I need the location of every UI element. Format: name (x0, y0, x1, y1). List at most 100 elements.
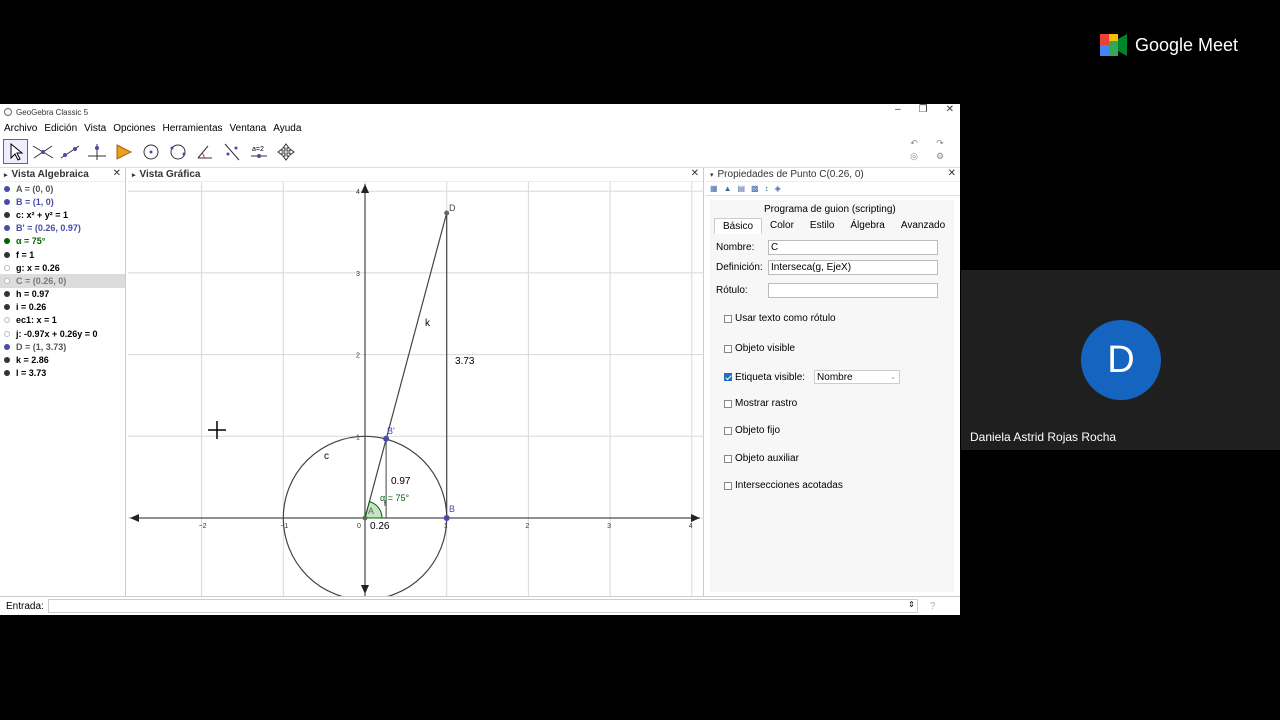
tab-basico[interactable]: Básico (714, 218, 763, 234)
check-label-visible[interactable]: Etiqueta visible: Nombre ⌄ (724, 370, 901, 384)
gear-icon[interactable]: ⚙ (928, 151, 952, 162)
visibility-toggle-icon[interactable] (4, 264, 10, 271)
angle-tool[interactable] (192, 139, 217, 164)
objects-icon[interactable]: ◈ (775, 184, 781, 193)
algebra-item[interactable]: g: x = 0.26 (0, 261, 125, 274)
checkbox-icon[interactable] (724, 344, 732, 353)
reflect-tool[interactable] (219, 139, 244, 164)
menu-opciones[interactable]: Opciones (113, 123, 155, 134)
visibility-toggle-icon[interactable] (4, 185, 10, 192)
updown-arrow-icon[interactable]: ⇕ (908, 600, 915, 609)
properties-close-button[interactable]: ✕ (948, 168, 956, 179)
visibility-toggle-icon[interactable] (4, 370, 10, 377)
help-icon[interactable]: ? (930, 601, 936, 612)
visibility-toggle-icon[interactable] (4, 330, 10, 337)
menu-herramientas[interactable]: Herramientas (162, 123, 222, 134)
visibility-toggle-icon[interactable] (4, 317, 10, 324)
line-k[interactable] (364, 212, 448, 519)
visibility-toggle-icon[interactable] (4, 277, 10, 284)
visibility-toggle-icon[interactable] (4, 343, 10, 350)
check-use-text-caption[interactable]: Usar texto como rótulo (724, 313, 836, 324)
algebra-item[interactable]: c: x² + y² = 1 (0, 208, 125, 221)
grid-icon[interactable]: ▩ (751, 184, 759, 193)
menu-ventana[interactable]: Ventana (230, 123, 267, 134)
view-settings-icon[interactable]: ◎ (902, 151, 926, 162)
visibility-toggle-icon[interactable] (4, 291, 10, 298)
algebra-item[interactable]: ec1: x = 1 (0, 314, 125, 327)
algebra-item[interactable]: A = (0, 0) (0, 182, 125, 195)
algebra-item[interactable]: D = (1, 3.73) (0, 340, 125, 353)
algebra-item[interactable]: α = 75° (0, 235, 125, 248)
checkbox-icon[interactable] (724, 399, 732, 408)
checkbox-icon[interactable] (724, 426, 732, 435)
name-field[interactable]: C (768, 240, 938, 255)
menu-ayuda[interactable]: Ayuda (273, 123, 301, 134)
graphics-canvas[interactable]: −2 −1 0 1 2 3 41234 A B B' D c k f 3.73 … (128, 182, 704, 596)
graphics-icon[interactable]: ▦ (710, 184, 718, 193)
undo-button[interactable]: ↶ (902, 138, 926, 149)
algebra-item[interactable]: B = (1, 0) (0, 195, 125, 208)
algebra-item[interactable]: i = 0.26 (0, 301, 125, 314)
tab-avanzado[interactable]: Avanzado (893, 218, 953, 234)
collapse-arrow-icon[interactable]: ▸ (132, 171, 136, 179)
menu-edicion[interactable]: Edición (44, 123, 77, 134)
triangle-icon[interactable]: ▲ (724, 184, 732, 193)
redo-button[interactable]: ↷ (928, 138, 952, 149)
algebra-item[interactable]: f = 1 (0, 248, 125, 261)
visibility-toggle-icon[interactable] (4, 225, 10, 232)
polygon-tool[interactable] (111, 139, 136, 164)
checkbox-icon[interactable] (724, 314, 732, 323)
collapse-arrow-icon[interactable]: ▾ (710, 171, 714, 179)
line-tool[interactable] (57, 139, 82, 164)
minimize-button[interactable]: – (895, 104, 901, 115)
visibility-toggle-icon[interactable] (4, 304, 10, 311)
tab-algebra[interactable]: Álgebra (842, 218, 892, 234)
algebra-item[interactable]: B' = (0.26, 0.97) (0, 222, 125, 235)
checkbox-icon[interactable] (724, 481, 732, 490)
menu-archivo[interactable]: Archivo (4, 123, 37, 134)
algebra-item[interactable]: l = 3.73 (0, 367, 125, 380)
visibility-toggle-icon[interactable] (4, 198, 10, 205)
algebra-item[interactable]: h = 0.97 (0, 288, 125, 301)
checkbox-checked-icon[interactable] (724, 373, 732, 381)
sort-icon[interactable]: ↕ (765, 184, 769, 193)
scripting-tab[interactable]: Programa de guion (scripting) (764, 204, 896, 215)
check-bounded-intersections[interactable]: Intersecciones acotadas (724, 480, 843, 491)
algebra-item[interactable]: k = 2.86 (0, 353, 125, 366)
visibility-toggle-icon[interactable] (4, 251, 10, 258)
menu-vista[interactable]: Vista (84, 123, 106, 134)
point-tool[interactable] (30, 139, 55, 164)
participant-tile[interactable]: D Daniela Astrid Rojas Rocha (961, 270, 1280, 450)
visibility-toggle-icon[interactable] (4, 357, 10, 364)
maximize-button[interactable]: ❐ (919, 104, 928, 115)
caption-field[interactable] (768, 283, 938, 298)
graphics-close-button[interactable]: ✕ (691, 168, 699, 179)
algebra-item[interactable]: j: -0.97x + 0.26y = 0 (0, 327, 125, 340)
definition-field[interactable]: Interseca(g, EjeX) (768, 260, 938, 275)
point-B[interactable] (443, 515, 450, 521)
tab-color[interactable]: Color (762, 218, 802, 234)
perpendicular-tool[interactable] (84, 139, 109, 164)
tab-estilo[interactable]: Estilo (802, 218, 842, 234)
move-graphics-tool[interactable] (273, 139, 298, 164)
visibility-toggle-icon[interactable] (4, 211, 10, 218)
algebra-close-button[interactable]: ✕ (113, 168, 121, 179)
input-bar-field[interactable]: ⇕ (47, 599, 918, 613)
check-object-visible[interactable]: Objeto visible (724, 343, 795, 354)
point-B-prime[interactable] (383, 435, 390, 442)
check-show-trace[interactable]: Mostrar rastro (724, 398, 797, 409)
circle-tool[interactable] (138, 139, 163, 164)
visibility-toggle-icon[interactable] (4, 238, 10, 245)
collapse-arrow-icon[interactable]: ▸ (4, 171, 8, 179)
slider-tool[interactable]: a=2 (246, 139, 271, 164)
ellipse-tool[interactable] (165, 139, 190, 164)
move-tool[interactable] (3, 139, 28, 164)
table-icon[interactable]: ▤ (737, 184, 745, 193)
close-window-button[interactable]: ✕ (946, 104, 954, 115)
algebra-item[interactable]: C = (0.26, 0) (0, 274, 125, 288)
check-fixed-object[interactable]: Objeto fijo (724, 425, 780, 436)
check-auxiliary-object[interactable]: Objeto auxiliar (724, 453, 799, 464)
checkbox-icon[interactable] (724, 454, 732, 463)
label-mode-select[interactable]: Nombre ⌄ (814, 370, 901, 384)
point-A[interactable] (362, 515, 368, 521)
